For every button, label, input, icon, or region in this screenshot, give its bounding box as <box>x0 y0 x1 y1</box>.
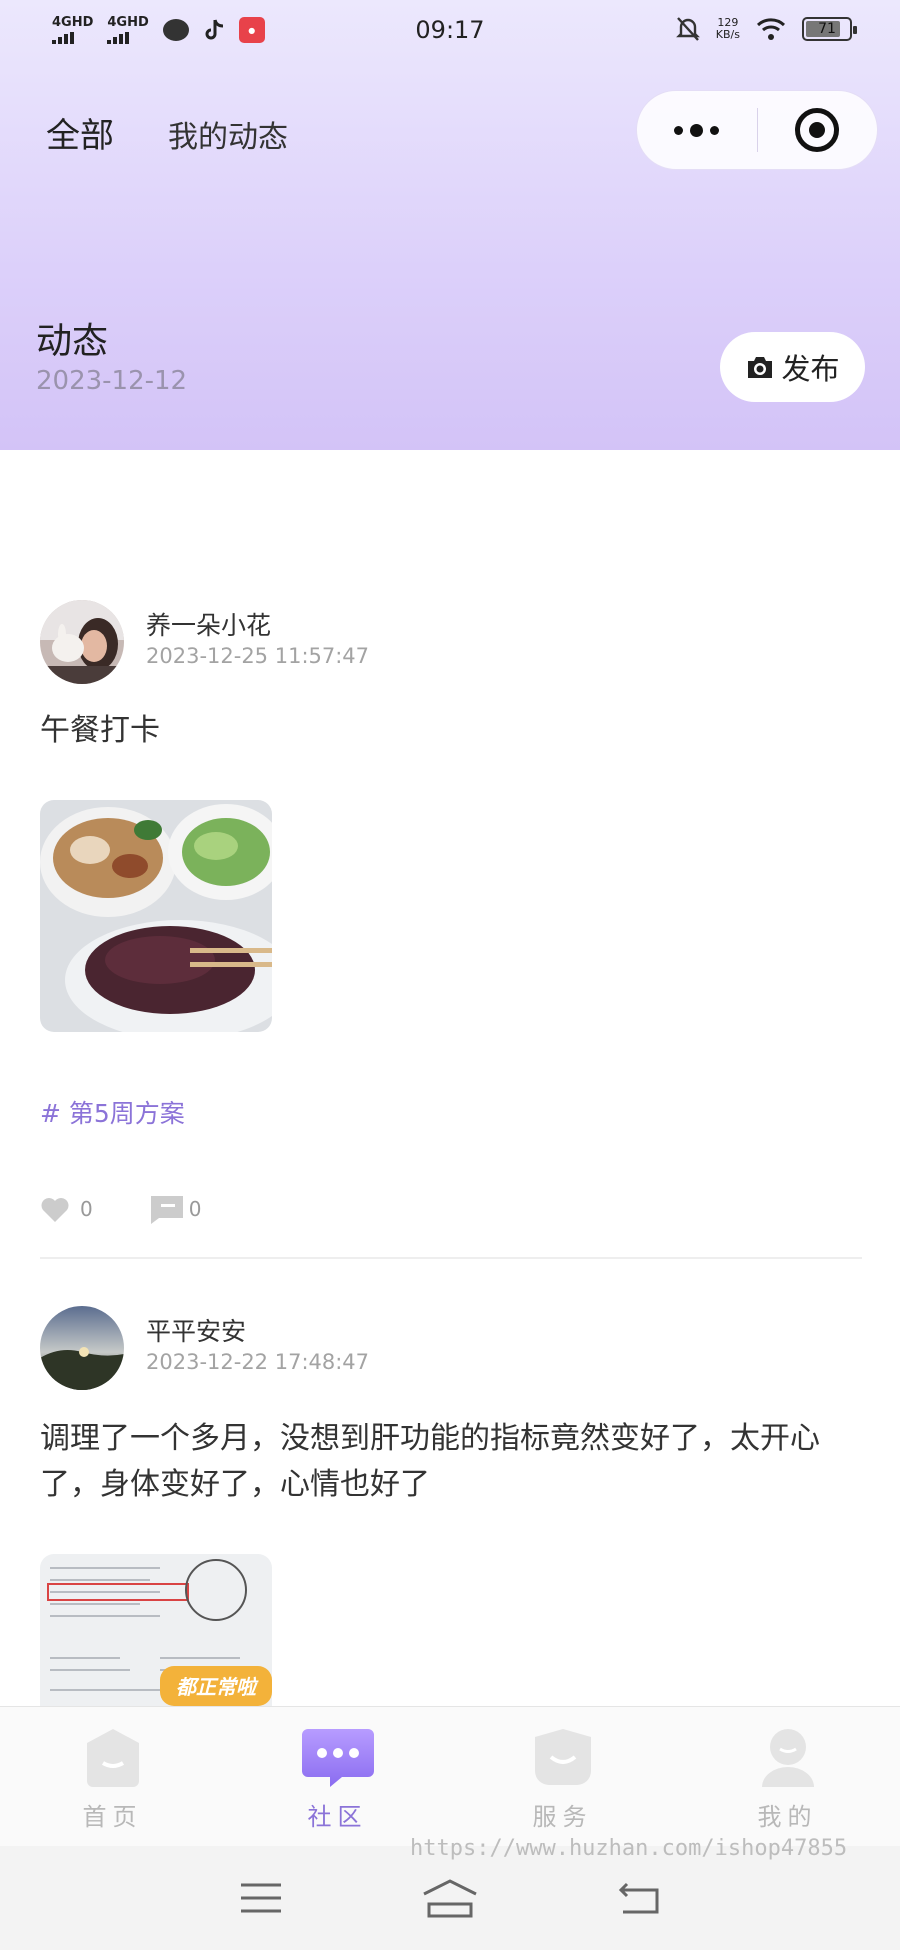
back-icon[interactable] <box>617 1880 661 1916</box>
tab-home[interactable]: 首页 <box>0 1707 225 1846</box>
status-right: 129 KB/s 71 <box>675 16 857 42</box>
post-divider <box>40 1257 862 1259</box>
post-image[interactable] <box>40 800 272 1032</box>
tab-community[interactable]: 社区 <box>225 1707 450 1846</box>
tab-all[interactable]: 全部 <box>46 108 114 157</box>
profile-icon <box>761 1729 814 1787</box>
heart-icon <box>41 1197 69 1222</box>
tab-community-label: 社区 <box>307 1803 368 1831</box>
avatar[interactable] <box>40 600 124 684</box>
service-icon <box>534 1729 591 1785</box>
post-text: 午餐打卡 <box>40 713 160 748</box>
tab-profile[interactable]: 我的 <box>675 1707 900 1846</box>
home-icon <box>86 1729 139 1787</box>
community-icon <box>301 1729 374 1787</box>
page-date: 2023-12-12 <box>36 366 188 396</box>
status-bar: 4GHD 4GHD ● 09:17 129 KB/s 71 <box>0 0 900 66</box>
camera-icon <box>748 357 773 378</box>
avatar[interactable] <box>40 1306 124 1390</box>
post-timestamp: 2023-12-22 17:48:47 <box>146 1350 370 1374</box>
like-count: 0 <box>80 1197 93 1221</box>
net-speed-unit: KB/s <box>715 28 740 41</box>
miniprogram-capsule <box>636 90 878 170</box>
post-username[interactable]: 平平安安 <box>146 1312 246 1348</box>
publish-label: 发布 <box>781 352 840 386</box>
publish-button[interactable]: 发布 <box>720 332 865 402</box>
menu-icon[interactable] <box>239 1881 283 1915</box>
battery-level: 71 <box>818 21 836 37</box>
wifi-icon <box>756 18 786 40</box>
target-icon <box>795 108 840 152</box>
home-nav-icon[interactable] <box>421 1878 479 1918</box>
tab-service-label: 服务 <box>532 1803 593 1831</box>
battery-icon: 71 <box>802 17 857 41</box>
post-username[interactable]: 养一朵小花 <box>146 606 271 642</box>
post-timestamp: 2023-12-25 11:57:47 <box>146 644 370 668</box>
net-speed: 129 KB/s <box>716 17 740 41</box>
post-text: 调理了一个多月，没想到肝功能的指标竟然变好了，太开心了，身体变好了，心情也好了 <box>40 1421 820 1502</box>
more-menu-button[interactable] <box>637 123 757 137</box>
comment-icon <box>150 1196 183 1224</box>
post-actions: 0 0 <box>40 1194 201 1224</box>
image-caption: 都正常啦 <box>176 1675 259 1699</box>
tab-profile-label: 我的 <box>757 1803 818 1831</box>
page-title: 动态 <box>36 321 109 362</box>
close-miniprogram-button[interactable] <box>758 108 878 152</box>
comment-button[interactable]: 0 <box>149 1194 202 1224</box>
bell-off-icon <box>675 17 700 41</box>
like-button[interactable]: 0 <box>40 1196 93 1223</box>
top-tabs: 全部 我的动态 <box>46 108 288 157</box>
tab-service[interactable]: 服务 <box>450 1707 675 1846</box>
post-image[interactable]: 都正常啦 <box>40 1554 272 1706</box>
tab-home-label: 首页 <box>82 1803 143 1831</box>
system-nav-bar <box>0 1846 900 1950</box>
tab-my-posts[interactable]: 我的动态 <box>168 112 288 156</box>
topic-tag[interactable]: # 第5周方案 <box>40 1094 185 1130</box>
bottom-tab-bar: 首页 社区 服务 我的 <box>0 1706 900 1846</box>
comment-count: 0 <box>188 1197 202 1221</box>
watermark: https://www.huzhan.com/ishop47855 <box>410 1836 848 1861</box>
